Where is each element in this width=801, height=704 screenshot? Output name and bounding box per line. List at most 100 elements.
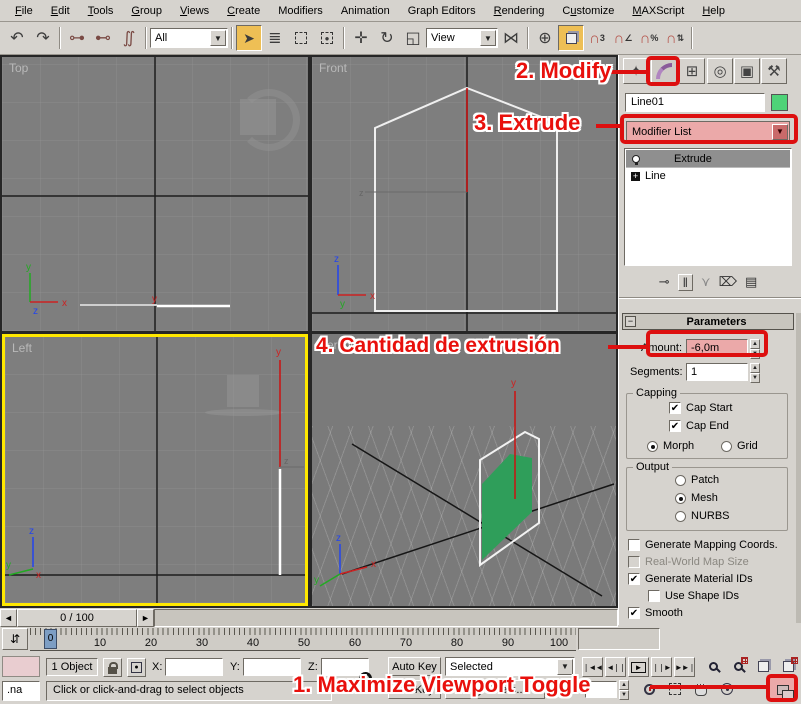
select-and-move-icon[interactable]: ✛ — [348, 25, 374, 51]
select-and-manipulate-icon[interactable]: ⊕ — [532, 25, 558, 51]
generate-mapping-coords-checkbox[interactable]: Generate Mapping Coords. — [628, 539, 778, 551]
cap-start-checkbox[interactable]: ✔ Cap Start — [669, 402, 732, 414]
select-by-name-icon[interactable]: ≣ — [262, 25, 288, 51]
time-configuration-button[interactable] — [638, 679, 660, 699]
tab-utilities[interactable]: ⚒ — [761, 58, 787, 84]
pin-stack-icon[interactable]: ⊸ — [659, 274, 670, 290]
menu-customize[interactable]: Customize — [553, 2, 623, 20]
pan-view-button[interactable] — [690, 679, 712, 699]
nurbs-radio[interactable]: NURBS — [675, 510, 730, 522]
menu-maxscript[interactable]: MAXScript — [623, 2, 693, 20]
patch-radio[interactable]: Patch — [675, 474, 719, 486]
menu-file[interactable]: File — [6, 2, 42, 20]
morph-radio[interactable]: Morph — [647, 440, 694, 452]
smooth-checkbox[interactable]: ✔ Smooth — [628, 607, 683, 619]
stack-item-line[interactable]: + Line — [626, 167, 790, 184]
viewport-left[interactable]: y z z y x Left — [2, 334, 308, 606]
zoom-region-button[interactable] — [664, 679, 686, 699]
angle-snap-icon[interactable]: ∩∠ — [610, 25, 636, 51]
zoom-extents-button[interactable] — [752, 656, 774, 676]
redo-icon[interactable]: ↷ — [30, 25, 56, 51]
parameters-rollout-header[interactable]: − Parameters — [622, 313, 794, 330]
menu-create[interactable]: Create — [218, 2, 269, 20]
undo-icon[interactable]: ↶ — [4, 25, 30, 51]
chevron-down-icon[interactable]: ▼ — [480, 30, 496, 46]
menu-graph-editors[interactable]: Graph Editors — [399, 2, 485, 20]
tab-modify[interactable] — [651, 58, 677, 84]
selection-filter-dropdown[interactable]: All ▼ — [150, 28, 228, 48]
absolute-mode-transform-toggle[interactable]: ● — [127, 658, 146, 677]
reference-coordinate-dropdown[interactable]: View ▼ — [426, 28, 498, 48]
previous-frame-button[interactable]: ◄❘❘ — [605, 657, 626, 677]
tab-hierarchy[interactable]: ⊞ — [679, 58, 705, 84]
lightbulb-icon[interactable] — [632, 155, 640, 163]
arc-rotate-button[interactable] — [716, 679, 738, 699]
zoom-button[interactable] — [702, 656, 724, 676]
configure-modifier-sets-icon[interactable]: ▤ — [745, 274, 757, 290]
track-bar-ruler[interactable]: 0 10 20 30 40 50 60 70 80 90 100 — [30, 628, 576, 651]
percent-snap-icon[interactable]: ∩% — [636, 25, 662, 51]
modifier-list-dropdown[interactable]: Modifier List ▼ — [626, 121, 790, 142]
snaps-toggle-icon[interactable] — [558, 25, 584, 51]
viewport-perspective[interactable]: y z x y Perspective — [312, 334, 616, 606]
use-pivot-center-icon[interactable]: ⋈ — [498, 25, 524, 51]
maximize-viewport-toggle-button[interactable] — [770, 678, 795, 701]
segments-spinner[interactable]: ▲▼ — [750, 363, 760, 381]
make-unique-icon[interactable]: ⋎ — [701, 274, 711, 290]
amount-field[interactable]: -6,0m — [686, 339, 748, 357]
select-and-rotate-icon[interactable]: ↻ — [374, 25, 400, 51]
panel-scrollbar[interactable] — [796, 313, 801, 623]
mesh-radio[interactable]: Mesh — [675, 492, 718, 504]
real-world-map-size-checkbox[interactable]: Real-World Map Size — [628, 556, 749, 568]
current-frame-marker[interactable]: 0 — [44, 629, 57, 649]
menu-animation[interactable]: Animation — [332, 2, 399, 20]
menu-modifiers[interactable]: Modifiers — [269, 2, 332, 20]
menu-views[interactable]: Views — [171, 2, 218, 20]
select-object-icon[interactable]: ➤ — [236, 25, 262, 51]
rectangular-selection-region-icon[interactable] — [288, 25, 314, 51]
tab-display[interactable]: ▣ — [734, 58, 760, 84]
time-slider-prev-icon[interactable]: ◄ — [0, 609, 17, 627]
remove-modifier-icon[interactable]: ⌦ — [719, 274, 737, 290]
play-animation-button[interactable]: ► — [628, 657, 649, 677]
viewport-top[interactable]: y y x z Top — [2, 57, 308, 331]
x-coordinate-field[interactable] — [165, 658, 223, 676]
snaps-toggle-3d-icon[interactable]: ∩3 — [584, 25, 610, 51]
chevron-down-icon[interactable]: ▼ — [210, 30, 226, 46]
select-and-scale-icon[interactable]: ◱ — [400, 25, 426, 51]
select-and-link-icon[interactable]: ⊶ — [64, 25, 90, 51]
zoom-extents-all-button[interactable] — [777, 656, 799, 676]
tab-motion[interactable]: ◎ — [707, 58, 733, 84]
viewport-front[interactable]: z z x y Front — [312, 57, 616, 331]
amount-spinner[interactable]: ▲▼ — [750, 339, 760, 357]
object-name-field[interactable]: Line01 — [625, 93, 765, 112]
menu-rendering[interactable]: Rendering — [485, 2, 554, 20]
stack-item-extrude[interactable]: Extrude — [626, 150, 790, 167]
menu-help[interactable]: Help — [693, 2, 734, 20]
use-shape-ids-checkbox[interactable]: Use Shape IDs — [648, 590, 739, 602]
next-frame-button[interactable]: ❘❘► — [651, 657, 672, 677]
window-crossing-toggle-icon[interactable]: ● — [314, 25, 340, 51]
maxscript-mini-listener[interactable]: .na — [2, 681, 40, 701]
chevron-down-icon[interactable]: ▼ — [772, 124, 788, 140]
grid-radio[interactable]: Grid — [721, 440, 758, 452]
time-slider-next-icon[interactable]: ► — [137, 609, 154, 627]
spinner-snap-icon[interactable]: ∩⇅ — [662, 25, 688, 51]
zoom-all-button[interactable] — [727, 656, 749, 676]
expand-icon[interactable]: + — [631, 172, 640, 181]
maxscript-mini-listener-pink[interactable] — [2, 656, 40, 677]
frame-spinner[interactable]: ▲▼ — [619, 680, 629, 698]
segments-field[interactable]: 1 — [686, 363, 748, 381]
menu-edit[interactable]: Edit — [42, 2, 79, 20]
cap-end-checkbox[interactable]: ✔ Cap End — [669, 420, 729, 432]
show-end-result-icon[interactable]: ‖ — [678, 274, 693, 291]
menu-tools[interactable]: Tools — [79, 2, 123, 20]
menu-group[interactable]: Group — [122, 2, 171, 20]
generate-material-ids-checkbox[interactable]: ✔ Generate Material IDs — [628, 573, 753, 585]
unlink-selection-icon[interactable]: ⊷ — [90, 25, 116, 51]
object-color-swatch[interactable] — [771, 94, 788, 111]
time-slider-handle[interactable]: 0 / 100 — [17, 609, 137, 627]
selection-lock-toggle[interactable] — [103, 658, 122, 677]
time-slider-track[interactable] — [154, 609, 618, 627]
collapse-icon[interactable]: − — [625, 316, 636, 327]
